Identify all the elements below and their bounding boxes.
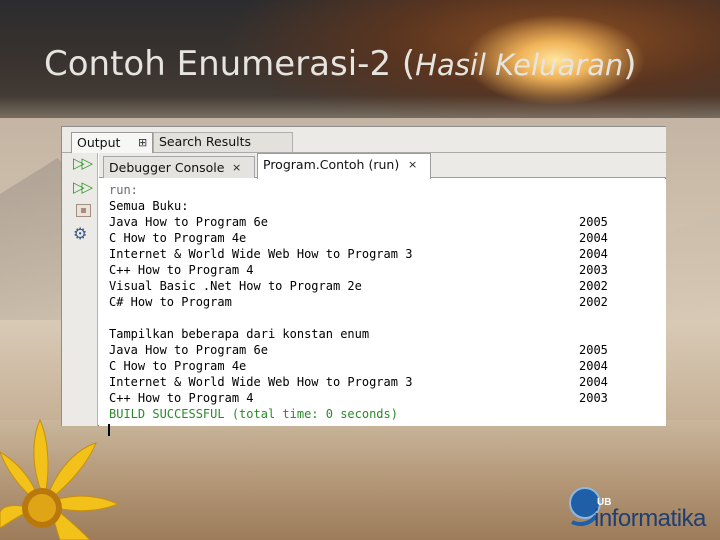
- tab-output-label: Output: [77, 135, 121, 150]
- tab-search-results[interactable]: Search Results: [153, 132, 293, 152]
- console-row: C# How to Program 2002: [109, 294, 619, 310]
- book-year: 2004: [579, 247, 608, 261]
- tab-output[interactable]: Output ⊞: [71, 132, 153, 153]
- rerun-with-options-icon[interactable]: ▷▷: [73, 178, 95, 196]
- book-title: Java How to Program 6e: [109, 215, 268, 229]
- book-year: 2002: [579, 295, 608, 309]
- book-year: 2005: [579, 215, 608, 229]
- console-build-status: BUILD SUCCESSFUL (total time: 0 seconds): [109, 407, 398, 421]
- stop-icon[interactable]: [76, 204, 91, 217]
- tab-debugger-close-icon[interactable]: ×: [232, 157, 241, 178]
- console-row: Visual Basic .Net How to Program 2e 2002: [109, 278, 619, 294]
- book-title: Java How to Program 6e: [109, 343, 268, 357]
- slide-title: Contoh Enumerasi-2 (Hasil Keluaran): [44, 44, 637, 84]
- output-tab-bar: Output ⊞ Search Results: [62, 127, 666, 153]
- console-tab-bar: Debugger Console × Program.Contoh (run) …: [99, 153, 666, 179]
- tab-search-results-label: Search Results: [159, 134, 252, 149]
- output-toolbar: ▷▷ ▷▷ ⚙: [62, 153, 98, 426]
- book-title: C# How to Program: [109, 295, 232, 309]
- book-year: 2004: [579, 231, 608, 245]
- rerun-icon[interactable]: ▷▷: [73, 154, 95, 172]
- book-title: C++ How to Program 4: [109, 391, 254, 405]
- tab-output-maximize-icon[interactable]: ⊞: [138, 133, 147, 152]
- console-row: C How to Program 4e 2004: [109, 358, 619, 374]
- tab-debugger-console[interactable]: Debugger Console ×: [103, 156, 255, 178]
- book-title: C How to Program 4e: [109, 231, 247, 245]
- book-year: 2002: [579, 279, 608, 293]
- tab-debugger-console-label: Debugger Console: [109, 160, 225, 175]
- book-title: C++ How to Program 4: [109, 263, 254, 277]
- slide-title-main: Contoh Enumerasi-2 (: [44, 44, 416, 84]
- book-year: 2005: [579, 343, 608, 357]
- sunflower-decoration: [0, 418, 120, 540]
- book-title: Internet & World Wide Web How to Program…: [109, 375, 413, 389]
- console-section1-header: Semua Buku:: [109, 199, 189, 213]
- console-row: Internet & World Wide Web How to Program…: [109, 374, 619, 390]
- logo-informatika-text: informatika: [594, 505, 706, 532]
- console-run-line: run:: [109, 183, 138, 197]
- slide-title-end: ): [623, 44, 637, 84]
- console-row: C++ How to Program 4 2003: [109, 262, 619, 278]
- tab-program-run-label: Program.Contoh (run): [263, 157, 400, 172]
- console-output[interactable]: run: Semua Buku: Java How to Program 6e 2…: [99, 179, 666, 436]
- console-row: C How to Program 4e 2004: [109, 230, 619, 246]
- tab-program-close-icon[interactable]: ×: [408, 154, 417, 176]
- console-section2-header: Tampilkan beberapa dari konstan enum: [109, 327, 370, 341]
- book-year: 2004: [579, 359, 608, 373]
- book-year: 2004: [579, 375, 608, 389]
- book-title: C How to Program 4e: [109, 359, 247, 373]
- slide-title-italic: Hasil Keluaran: [415, 48, 624, 82]
- console-row: Java How to Program 6e 2005: [109, 214, 619, 230]
- console-row: Internet & World Wide Web How to Program…: [109, 246, 619, 262]
- settings-icon[interactable]: ⚙: [73, 225, 95, 243]
- book-title: Internet & World Wide Web How to Program…: [109, 247, 413, 261]
- book-year: 2003: [579, 263, 608, 277]
- tab-program-run[interactable]: Program.Contoh (run) ×: [257, 153, 431, 179]
- book-title: Visual Basic .Net How to Program 2e: [109, 279, 362, 293]
- console-row: C++ How to Program 4 2003: [109, 390, 619, 406]
- book-year: 2003: [579, 391, 608, 405]
- ide-output-window: Output ⊞ Search Results ▷▷ ▷▷ ⚙ Debugger…: [61, 126, 666, 436]
- console-row: Java How to Program 6e 2005: [109, 342, 619, 358]
